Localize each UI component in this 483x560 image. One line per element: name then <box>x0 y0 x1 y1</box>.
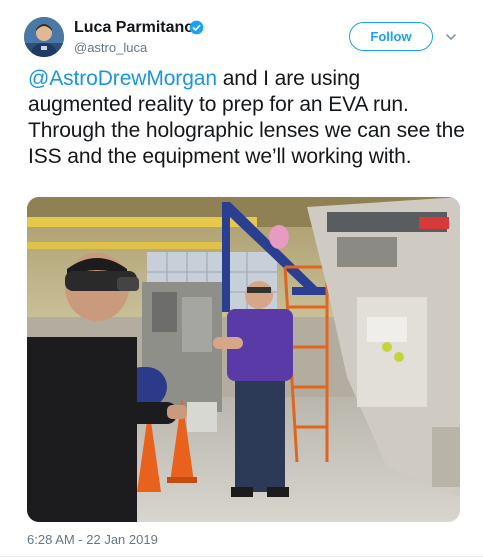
hangar-photo-image <box>27 197 460 522</box>
astronaut-avatar-icon <box>24 17 64 57</box>
chevron-down-icon[interactable] <box>444 30 458 44</box>
divider <box>0 556 483 557</box>
mention-link[interactable]: @AstroDrewMorgan <box>28 67 217 90</box>
verified-badge-icon <box>189 20 204 35</box>
author-avatar[interactable] <box>24 17 64 57</box>
tweet-photo[interactable] <box>27 197 460 522</box>
author-name[interactable]: Luca Parmitano <box>74 19 194 37</box>
follow-button[interactable]: Follow <box>349 22 433 51</box>
tweet-text: @AstroDrewMorgan and I are using augment… <box>28 66 468 170</box>
tweet-timestamp[interactable]: 6:28 AM - 22 Jan 2019 <box>27 532 158 547</box>
author-handle[interactable]: @astro_luca <box>74 40 147 55</box>
